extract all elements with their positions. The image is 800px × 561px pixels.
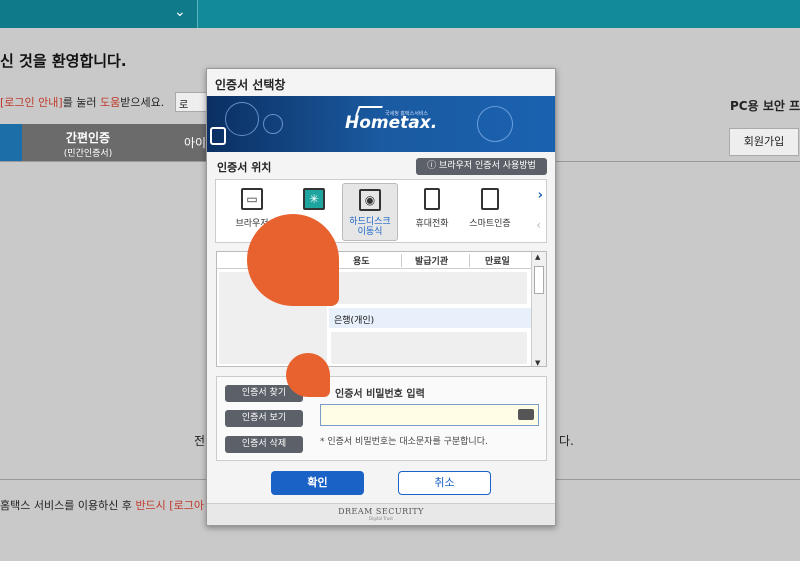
chevron-left-icon[interactable]: ‹ (536, 218, 541, 232)
hometax-logo: Hometax. (345, 113, 438, 133)
login-guide-text: [로그인 안내]를 눌러 도움받으세요. (0, 94, 164, 110)
login-guide-button[interactable]: 로 (175, 92, 207, 112)
footer-tagline: Digital Trust (369, 516, 393, 521)
hometax-banner: 국세청 홈택스서비스 Hometax. (207, 96, 555, 152)
help-button-label: 브라우저 인증서 사용방법 (439, 161, 536, 171)
confirm-button[interactable]: 확인 (271, 471, 364, 495)
tab-simple-auth[interactable]: 간편인증 (민간인증서) (22, 124, 154, 161)
dialog-title: 인증서 선택창 (215, 78, 286, 92)
password-panel: 인증서 찾기 인증서 보기 인증서 삭제 인증서 비밀번호 입력 * 인증서 비… (216, 376, 547, 461)
logout-notice-text: 홈택스 서비스를 이용하신 후 (0, 499, 136, 512)
redaction-marker (286, 353, 330, 397)
password-input[interactable] (320, 404, 539, 426)
browser-icon: ▭ (241, 188, 263, 210)
guide-text-end: 받으세요. (120, 96, 165, 109)
password-label: 인증서 비밀번호 입력 (335, 389, 425, 400)
bg-text-right: 다. (559, 434, 574, 448)
logout-notice-red: 반드시 [로그아 (135, 499, 204, 512)
col-divider (401, 254, 402, 267)
tab-cert-login[interactable] (0, 124, 22, 161)
tab-simple-auth-sub: (민간인증서) (63, 149, 113, 159)
login-guide-link[interactable]: [로그인 안내] (0, 96, 63, 109)
browser-cert-help-button[interactable]: ⓘ 브라우저 인증서 사용방법 (416, 158, 547, 175)
redacted-area (331, 332, 527, 364)
cancel-button[interactable]: 취소 (398, 471, 491, 495)
device-mobile-phone[interactable]: 휴대전화 (404, 183, 460, 241)
password-note: * 인증서 비밀번호는 대소문자를 구분합니다. (320, 437, 488, 447)
smart-cert-icon (481, 188, 499, 210)
chevron-down-icon: ⌄ (174, 4, 186, 20)
col-header: 용도 (353, 257, 370, 267)
redacted-area (331, 272, 527, 304)
certificate-select-dialog: 인증서 선택창 국세청 홈택스서비스 Hometax. 인증서 위치 ⓘ 브라우… (206, 68, 556, 526)
signup-button[interactable]: 회원가입 (729, 128, 799, 156)
col-header: 발급기관 (415, 257, 449, 267)
virtual-keyboard-icon[interactable] (518, 409, 534, 420)
guide-text-mid: 를 눌러 (62, 96, 101, 109)
top-nav-bar: ⌄ (0, 0, 800, 28)
cert-usage-cell: 은행(개인) (334, 316, 375, 326)
tab-simple-auth-label: 간편인증 (65, 131, 111, 145)
scroll-thumb[interactable] (534, 266, 544, 294)
bg-text-left: 전 (194, 434, 206, 448)
dialog-footer: DREAM SECURITY Digital Trust (207, 503, 555, 525)
chevron-right-icon[interactable]: › (538, 188, 543, 203)
welcome-heading: 신 것을 환영합니다. (0, 52, 127, 70)
pc-security-heading: PC용 보안 프로 (730, 99, 800, 113)
hard-disk-icon: ◉ (359, 189, 381, 211)
scroll-down-icon[interactable]: ▼ (535, 359, 540, 366)
redaction-marker (247, 214, 339, 306)
delete-cert-button[interactable]: 인증서 삭제 (225, 436, 303, 453)
device-label: 하드디스크 이동식 (349, 217, 391, 237)
security-token-icon: ✳ (303, 188, 325, 210)
decor-circle (263, 114, 283, 134)
lock-icon (210, 127, 226, 145)
help-link[interactable]: 도움 (100, 96, 120, 109)
decor-circle (225, 102, 259, 136)
mobile-phone-icon (424, 188, 440, 210)
decor-circle (477, 106, 513, 142)
cert-location-label: 인증서 위치 (217, 161, 272, 174)
nav-dropdown[interactable]: ⌄ (0, 0, 198, 28)
logout-notice: 홈택스 서비스를 이용하신 후 반드시 [로그아 (0, 497, 204, 513)
view-cert-button[interactable]: 인증서 보기 (225, 410, 303, 427)
dream-security-logo: DREAM SECURITY (338, 507, 424, 516)
cert-list-scrollbar[interactable]: ▲ ▼ (531, 252, 546, 366)
device-smart-cert[interactable]: 스마트인증 (462, 183, 518, 241)
question-icon: ⓘ (427, 161, 437, 171)
col-divider (469, 254, 470, 267)
col-header: 만료일 (485, 257, 510, 267)
scroll-up-icon[interactable]: ▲ (535, 253, 540, 261)
tab-id-login[interactable]: 아이 (154, 124, 214, 161)
device-hard-disk[interactable]: ◉ 하드디스크 이동식 (342, 183, 398, 241)
device-label: 스마트인증 (469, 219, 511, 229)
device-label: 휴대전화 (415, 219, 449, 229)
